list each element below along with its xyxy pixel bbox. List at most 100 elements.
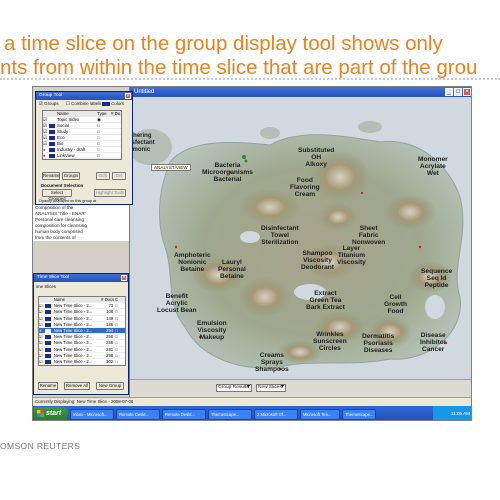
groups-checkbox[interactable]: ☑ Groups [39, 101, 59, 106]
system-tray-clock[interactable]: 11:05 AM [433, 406, 471, 420]
group-tool-titlebar[interactable]: Group Tool × [36, 92, 132, 100]
start-button[interactable]: start [34, 407, 68, 420]
taskbar-item[interactable]: Microsoft Tea... [300, 408, 340, 420]
row-name: Bio [57, 141, 64, 146]
map-label-lauryl[interactable]: Lauryl Personal Betaine [218, 259, 246, 280]
map-label-layer-titanium[interactable]: Layer Titanium Viscosity [337, 245, 366, 266]
map-label-substituted[interactable]: Substituted OH Alkoxy [298, 147, 334, 168]
row-docs: 185 [106, 321, 114, 327]
combine-labels-checkbox[interactable]: ☐ Combine labels [66, 101, 101, 106]
group-tool-panel: Group Tool × ☑ Groups ☐ Combine labels C… [35, 91, 133, 205]
row-name: New Time Slice - 2... [53, 309, 93, 315]
map-label-dermatitis[interactable]: Dermatitis Psoriasis Diseases [362, 333, 394, 354]
row-name: New Time Slice - 2... [53, 346, 93, 352]
slide-headline-line2: nts from within the time slice that are … [0, 56, 478, 79]
opacity-note: Opacity displayed on this group at [39, 199, 97, 203]
row-name: New Time Slice - 2... [53, 334, 93, 340]
groups-table: Name Type # Do ☑ Topic Index ◉ ☑ Social □ ☑ S… [42, 110, 122, 160]
row-name: New Time Slice - 2... [53, 315, 93, 321]
column-header[interactable]: Name [54, 297, 101, 302]
row-name: New Time Slice - 2... [53, 327, 93, 333]
combine-labels-label: Combine labels [71, 101, 102, 106]
row-docs: 73 [108, 303, 114, 309]
column-header[interactable]: Type [97, 111, 111, 116]
time-slice-titlebar[interactable]: Time Slice Tool × [34, 274, 128, 282]
column-header[interactable]: C [115, 297, 125, 302]
close-icon[interactable]: × [125, 93, 131, 99]
colors-label: Colors [111, 101, 124, 106]
time-slice-title: Time Slice Tool [37, 275, 70, 280]
colors-toggle[interactable]: Colors [102, 101, 124, 107]
row-docs: 298 [106, 352, 114, 358]
rename-button[interactable]: Rename [42, 172, 60, 180]
dotted-divider [0, 78, 500, 80]
row-docs: 294 [106, 327, 114, 333]
remove-all-button[interactable]: Remove All [64, 382, 90, 390]
map-label-creams[interactable]: Creams Sprays Shampoos [255, 352, 289, 373]
row-name: New Time Slice - 2... [53, 358, 93, 364]
groups-button[interactable]: Groups [62, 172, 80, 180]
time-slices-heading: ime Slices [36, 284, 57, 289]
slide-headline-line1: a time slice on the group display tool s… [4, 32, 443, 55]
groups-checkbox-label: Groups [44, 101, 59, 106]
highlight-tools-button[interactable]: Highlight Tools [94, 189, 126, 197]
time-slices-table: Name # Docs C ☑ New Time Slice - 2... 73 □ … [38, 296, 126, 367]
map-window: Untitled _ □ × thering nsfectant monic S… [128, 87, 471, 397]
close-icon[interactable]: × [463, 88, 471, 96]
taskbar-item[interactable]: Remote Deskt... [162, 408, 206, 420]
row-name: New Time Slice - 2... [53, 352, 93, 358]
row-name: Topic Index [57, 117, 80, 122]
map-window-titlebar[interactable]: Untitled _ □ × [130, 87, 471, 97]
windows-taskbar: start Inbox - Microsoft... Remote Deskt.… [33, 406, 471, 420]
row-name: Social [57, 123, 69, 128]
document-selection-heading: Document Selection [41, 183, 84, 188]
map-label-sequence[interactable]: Sequence Seq Id Peptide [421, 268, 452, 289]
row-name: Industry - draft [57, 147, 86, 152]
map-label-disease-inhibitor[interactable]: Disease Inhibitor Cancer [420, 332, 446, 353]
map-label-sheet-fabric[interactable]: Sheet Fabric Nonwoven [352, 225, 385, 246]
map-label-food-flavoring[interactable]: Food Flavoring Cream [290, 177, 320, 198]
map-label-benefit[interactable]: Benefit Acrylic Locust Bean [157, 293, 197, 314]
taskbar-item[interactable]: 2 Microsoft Of... [254, 408, 298, 420]
delete-button[interactable]: Del [112, 172, 126, 180]
taskbar-item[interactable]: ThemeScape... [208, 408, 252, 420]
new-group-button[interactable]: New Group [96, 382, 124, 390]
map-label-wrinkles[interactable]: Wrinkles Sunscreen Circles [313, 331, 347, 352]
row-name: New Time Slice - 2... [53, 340, 93, 346]
row-name: Study [57, 129, 69, 134]
map-label-monomer[interactable]: Monomer Acrylate Wet [418, 156, 448, 177]
map-label-disinfectant[interactable]: Disinfectant Towel Sterilization [261, 225, 299, 246]
taskbar-item[interactable]: Remote Deskt... [116, 408, 160, 420]
row-docs: 302 [106, 358, 114, 364]
column-header[interactable]: # Do [111, 111, 121, 116]
themescape-map[interactable]: thering nsfectant monic Substituted OH A… [128, 97, 471, 379]
minimize-icon[interactable]: _ [445, 88, 453, 96]
doc-line: from the contents of [35, 235, 76, 240]
status-bar-text: Currently Displaying: New Time Slice - 2… [33, 397, 471, 406]
edit-button[interactable]: Edit [96, 172, 110, 180]
close-icon[interactable]: × [121, 275, 127, 281]
table-row[interactable]: ☑ New Time Slice - 2... 302 □ [39, 358, 125, 366]
column-header[interactable]: # Docs [101, 297, 115, 302]
map-label-amphoteric[interactable]: Amphoteric Nonionic Betaine [174, 252, 211, 273]
map-label-shampoo[interactable]: Shampoo Viscosity Deodorant [301, 250, 334, 271]
taskbar-item[interactable]: Inbox - Microsoft... [70, 408, 114, 420]
column-header[interactable]: Name [57, 111, 97, 116]
map-label-cell-growth[interactable]: Cell Growth Food [384, 294, 407, 315]
row-name: New Time Slice - 2... [53, 303, 93, 309]
maximize-icon[interactable]: □ [454, 88, 462, 96]
time-slice-tool-panel: Time Slice Tool × ime Slices Name # Docs… [33, 273, 129, 395]
rename-slice-button[interactable]: Rename [38, 382, 58, 390]
map-window-title: Untitled [134, 89, 155, 95]
map-label-emulsion[interactable]: Emulsion Viscosity Makeup [197, 320, 227, 341]
select-grouped-button[interactable]: Select Grouped [42, 189, 72, 201]
table-row[interactable]: ● LinkView □ [43, 153, 121, 159]
group-tool-title: Group Tool [39, 93, 63, 98]
map-label-bacteria[interactable]: Bacteria Microorganisms Bacterial [202, 162, 253, 183]
map-label-extract[interactable]: Extract Green Tea Bark Extract [306, 290, 345, 311]
group-results-dropdown[interactable]: Group Results [216, 384, 252, 392]
map-toolbar: Group Results New Slices [130, 379, 471, 397]
slices-dropdown[interactable]: New Slices [256, 384, 286, 392]
application-screenshot: Untitled _ □ × thering nsfectant monic S… [32, 86, 472, 421]
taskbar-item[interactable]: ThemeScape... [342, 408, 376, 420]
